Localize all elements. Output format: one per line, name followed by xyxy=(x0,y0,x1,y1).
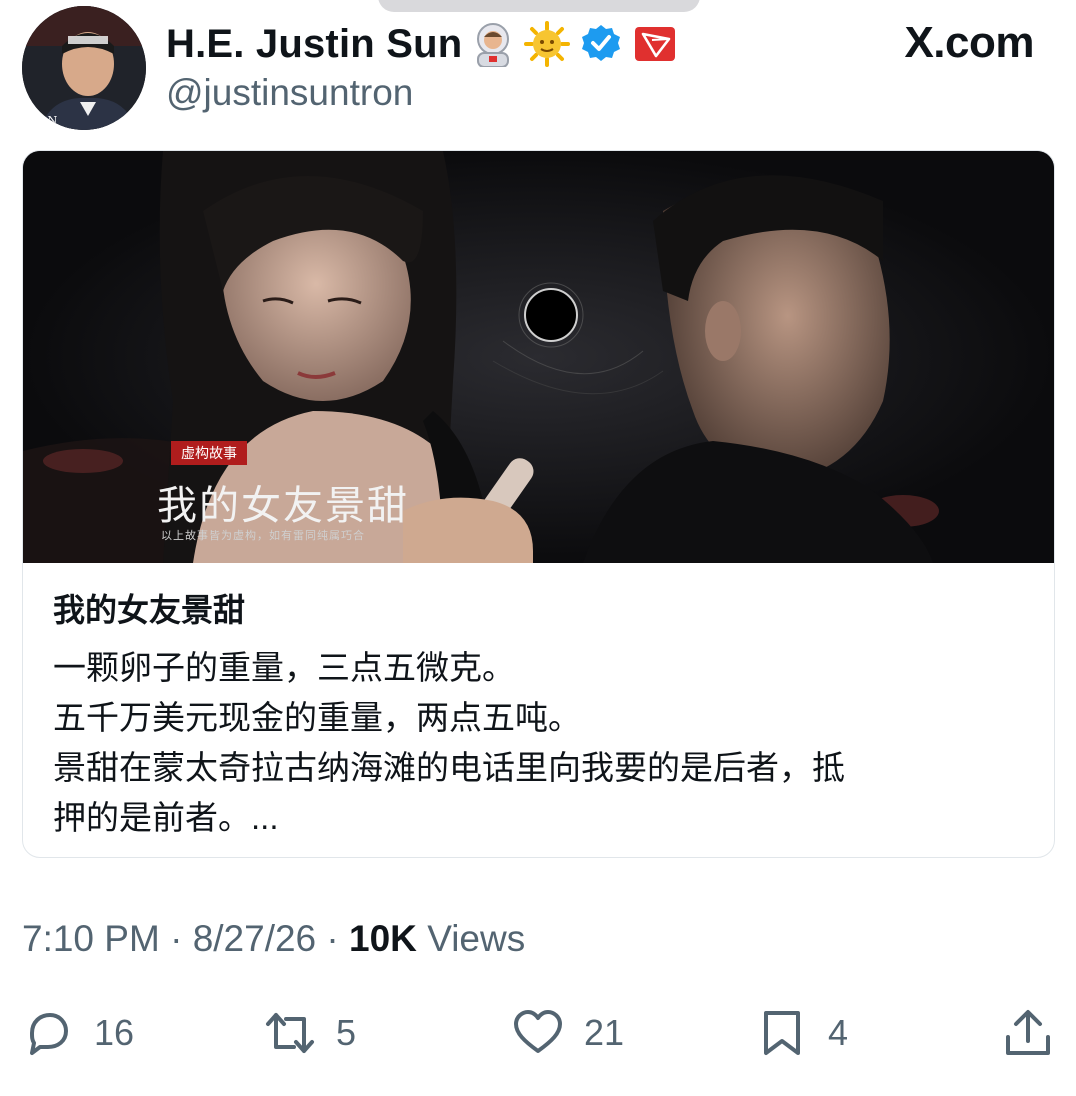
poster-tag: 虚构故事 xyxy=(171,441,247,465)
card-description-line: 一颗卵子的重量，三点五微克。 xyxy=(53,649,515,686)
link-card[interactable]: 虚构故事 我的女友景甜 以上故事皆为虚构，如有雷同纯属巧合 我的女友景甜 一颗卵… xyxy=(22,150,1055,858)
tweet-date[interactable]: 8/27/26 xyxy=(193,918,316,959)
card-description-line: 五千万美元现金的重量，两点五吨。 xyxy=(53,699,581,736)
heart-icon xyxy=(514,1010,562,1053)
sun-face-icon xyxy=(524,21,571,67)
bookmark-count: 4 xyxy=(828,1012,849,1053)
views-label: Views xyxy=(427,918,526,959)
tron-logo-icon[interactable] xyxy=(632,21,678,67)
reply-count: 16 xyxy=(94,1012,135,1053)
display-name[interactable]: H.E. Justin Sun xyxy=(166,22,462,67)
views-count: 10K xyxy=(349,918,417,959)
repost-icon xyxy=(266,1013,314,1053)
astronaut-icon xyxy=(477,23,510,67)
tweet-meta: 7:10 PM · 8/27/26 · 10K Views xyxy=(22,918,525,960)
verified-badge-icon[interactable] xyxy=(578,21,624,67)
tweet-time[interactable]: 7:10 PM xyxy=(22,918,160,959)
bookmark-button[interactable]: 4 xyxy=(756,1000,848,1066)
reply-icon xyxy=(30,1013,68,1055)
poster-disclaimer: 以上故事皆为虚构，如有雷同纯属巧合 xyxy=(161,529,365,542)
card-description: 一颗卵子的重量，三点五微克。 五千万美元现金的重量，两点五吨。 景甜在蒙太奇拉古… xyxy=(53,643,1013,843)
action-bar: 16 5 21 4 xyxy=(0,1000,1076,1070)
like-button[interactable]: 21 xyxy=(512,1000,624,1066)
reply-button[interactable]: 16 xyxy=(22,1000,134,1066)
share-button[interactable] xyxy=(1002,1000,1054,1066)
meta-separator: · xyxy=(326,918,339,959)
card-description-line: 景甜在蒙太奇拉古纳海滩的电话里向我要的是后者，抵 xyxy=(53,749,845,786)
repost-button[interactable]: 5 xyxy=(264,1000,356,1066)
author-handle[interactable]: @justinsuntron xyxy=(166,72,413,114)
card-image: 虚构故事 我的女友景甜 以上故事皆为虚构，如有雷同纯属巧合 xyxy=(23,151,1054,563)
card-title[interactable]: 我的女友景甜 xyxy=(53,585,245,631)
like-count: 21 xyxy=(584,1012,625,1053)
author-row: H.E. Justin Sun xyxy=(166,18,678,70)
repost-count: 5 xyxy=(336,1012,357,1053)
meta-separator: · xyxy=(170,918,183,959)
avatar-image: RION xyxy=(22,6,146,130)
card-description-line: 押的是前者。... xyxy=(53,799,279,836)
avatar-text: RION xyxy=(26,114,58,127)
status-pill xyxy=(378,0,700,12)
share-icon xyxy=(1006,1010,1050,1055)
avatar[interactable]: RION xyxy=(22,6,146,130)
site-label: X.com xyxy=(904,18,1034,67)
poster-title: 我的女友景甜 xyxy=(157,483,409,529)
bookmark-icon xyxy=(764,1011,800,1055)
